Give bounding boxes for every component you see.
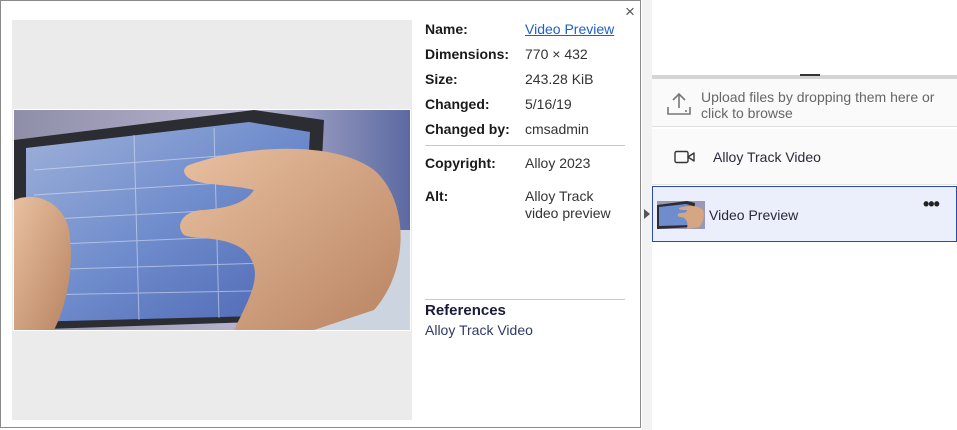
reference-link[interactable]: Alloy Track Video [425,322,533,338]
alt-label: Alt: [425,188,449,204]
changed-label: Changed: [425,96,490,112]
copyright-value: Alloy 2023 [525,155,591,171]
media-preview [12,20,412,420]
name-label: Name: [425,21,468,37]
caret-right-icon [644,209,650,219]
video-camera-icon [674,150,695,164]
size-value: 243.28 KiB [525,71,594,87]
item-label: Video Preview [709,207,799,223]
size-label: Size: [425,71,458,87]
dimensions-value: 770 × 432 [525,46,588,62]
divider [425,145,625,146]
media-details-popover: × Name: Video Preview Dimensions: 770 × … [0,0,641,428]
name-link[interactable]: Video Preview [525,21,614,37]
preview-image [13,109,411,331]
upload-icon [667,92,691,115]
changed-value: 5/16/19 [525,96,572,112]
upload-dropzone[interactable]: Upload files by dropping them here or cl… [652,79,957,127]
resize-handle[interactable] [800,74,820,76]
media-panel: Upload files by dropping them here or cl… [652,0,957,430]
item-label: Alloy Track Video [713,149,821,165]
upload-text: Upload files by dropping them here or cl… [701,89,935,121]
references-title: References [425,302,506,319]
divider [425,299,625,300]
dimensions-label: Dimensions: [425,46,510,62]
changed-by-value: cmsadmin [525,121,589,137]
changed-by-label: Changed by: [425,121,510,137]
image-thumbnail [657,201,705,229]
alt-value: Alloy Track video preview [525,188,611,221]
close-icon[interactable]: × [622,3,638,20]
list-item[interactable]: Alloy Track Video [652,129,957,185]
copyright-label: Copyright: [425,155,496,171]
list-item-selected[interactable]: Video Preview ••• [652,186,957,242]
more-options-icon[interactable]: ••• [923,195,940,213]
